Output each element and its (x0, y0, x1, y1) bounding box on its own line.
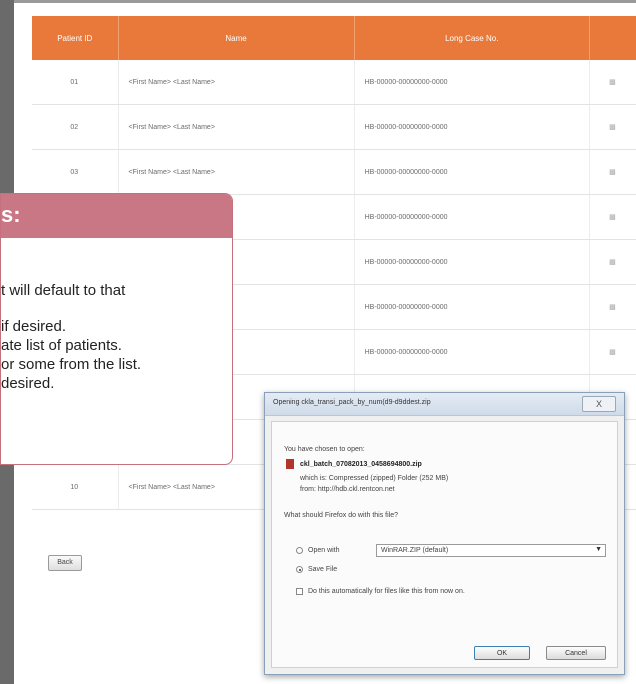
table-row[interactable]: 01 <First Name> <Last Name> HB-00000-00000… (32, 60, 636, 105)
header-case-no[interactable]: Long Case No. (354, 16, 590, 60)
ok-button[interactable]: OK (474, 646, 530, 660)
dialog-content: You have chosen to open: ckl_batch_07082… (271, 421, 618, 668)
cell-name: <First Name> <Last Name> (118, 60, 355, 105)
callout-header: s: (1, 194, 232, 238)
row-action-icon[interactable]: ▩ (589, 60, 636, 105)
row-action-icon[interactable]: ▩ (589, 284, 636, 330)
open-with-radio[interactable] (296, 547, 303, 554)
cell-patient-id: 10 (32, 464, 119, 510)
cancel-button[interactable]: Cancel (546, 646, 606, 660)
file-download-dialog: Opening ckla_transi_pack_by_num(d9-d9dde… (264, 392, 625, 675)
cell-case-no: HB-00000-00000000-0000 (354, 60, 590, 105)
table-header-row: Patient ID Name Long Case No. (32, 16, 636, 60)
row-action-icon[interactable]: ▩ (589, 104, 636, 150)
cell-patient-id: 03 (32, 149, 119, 195)
save-file-label: Save File (308, 566, 338, 573)
header-patient-id[interactable]: Patient ID (32, 16, 119, 60)
callout-heading: s: (1, 202, 21, 227)
cell-case-no: HB-00000-00000000-0000 (354, 104, 590, 150)
dialog-intro: You have chosen to open: (284, 446, 365, 453)
open-with-select[interactable]: WinRAR.ZIP (default) ▼ (376, 544, 606, 557)
cell-name: <First Name> <Last Name> (118, 104, 355, 150)
back-button[interactable]: Back (48, 555, 82, 571)
chevron-down-icon: ▼ (595, 546, 602, 553)
top-border (14, 0, 636, 3)
cell-case-no: HB-00000-00000000-0000 (354, 284, 590, 330)
cell-case-no: HB-00000-00000000-0000 (354, 239, 590, 285)
table-row[interactable]: 03 <First Name> <Last Name> HB-00000-00000… (32, 149, 636, 195)
cell-name: <First Name> <Last Name> (118, 149, 355, 195)
file-type: which is: Compressed (zipped) Folder (25… (300, 475, 449, 482)
auto-action-label: Do this automatically for files like thi… (308, 588, 465, 595)
file-source: from: http://hdb.ckl.rentcon.net (300, 486, 395, 493)
row-action-icon[interactable]: ▩ (589, 329, 636, 375)
header-name[interactable]: Name (118, 16, 355, 60)
row-action-icon[interactable]: ▩ (589, 239, 636, 285)
cell-case-no: HB-00000-00000000-0000 (354, 194, 590, 240)
header-action (589, 16, 636, 60)
cell-case-no: HB-00000-00000000-0000 (354, 329, 590, 375)
dialog-question: What should Firefox do with this file? (284, 512, 398, 519)
cell-case-no: HB-00000-00000000-0000 (354, 149, 590, 195)
instruction-callout: s: t will default to that if desired. at… (0, 193, 233, 465)
file-name: ckl_batch_07082013_0458694800.zip (300, 461, 422, 468)
callout-line: or some from the list. (1, 356, 142, 373)
auto-action-checkbox[interactable] (296, 588, 303, 595)
open-with-value: WinRAR.ZIP (default) (381, 547, 449, 554)
callout-line: desired. (1, 375, 55, 392)
callout-line: t will default to that (1, 282, 126, 299)
callout-line: if desired. (1, 318, 67, 335)
cell-patient-id: 02 (32, 104, 119, 150)
open-with-label: Open with (308, 547, 340, 554)
save-file-radio[interactable] (296, 566, 303, 573)
cell-patient-id: 01 (32, 60, 119, 105)
table-row[interactable]: 02 <First Name> <Last Name> HB-00000-00000… (32, 104, 636, 150)
dialog-title: Opening ckla_transi_pack_by_num(d9-d9dde… (273, 399, 431, 406)
row-action-icon[interactable]: ▩ (589, 194, 636, 240)
zip-file-icon (286, 459, 294, 469)
callout-line: ate list of patients. (1, 337, 122, 354)
dialog-titlebar: Opening ckla_transi_pack_by_num(d9-d9dde… (265, 393, 624, 416)
row-action-icon[interactable]: ▩ (589, 149, 636, 195)
close-button[interactable]: X (582, 396, 616, 412)
